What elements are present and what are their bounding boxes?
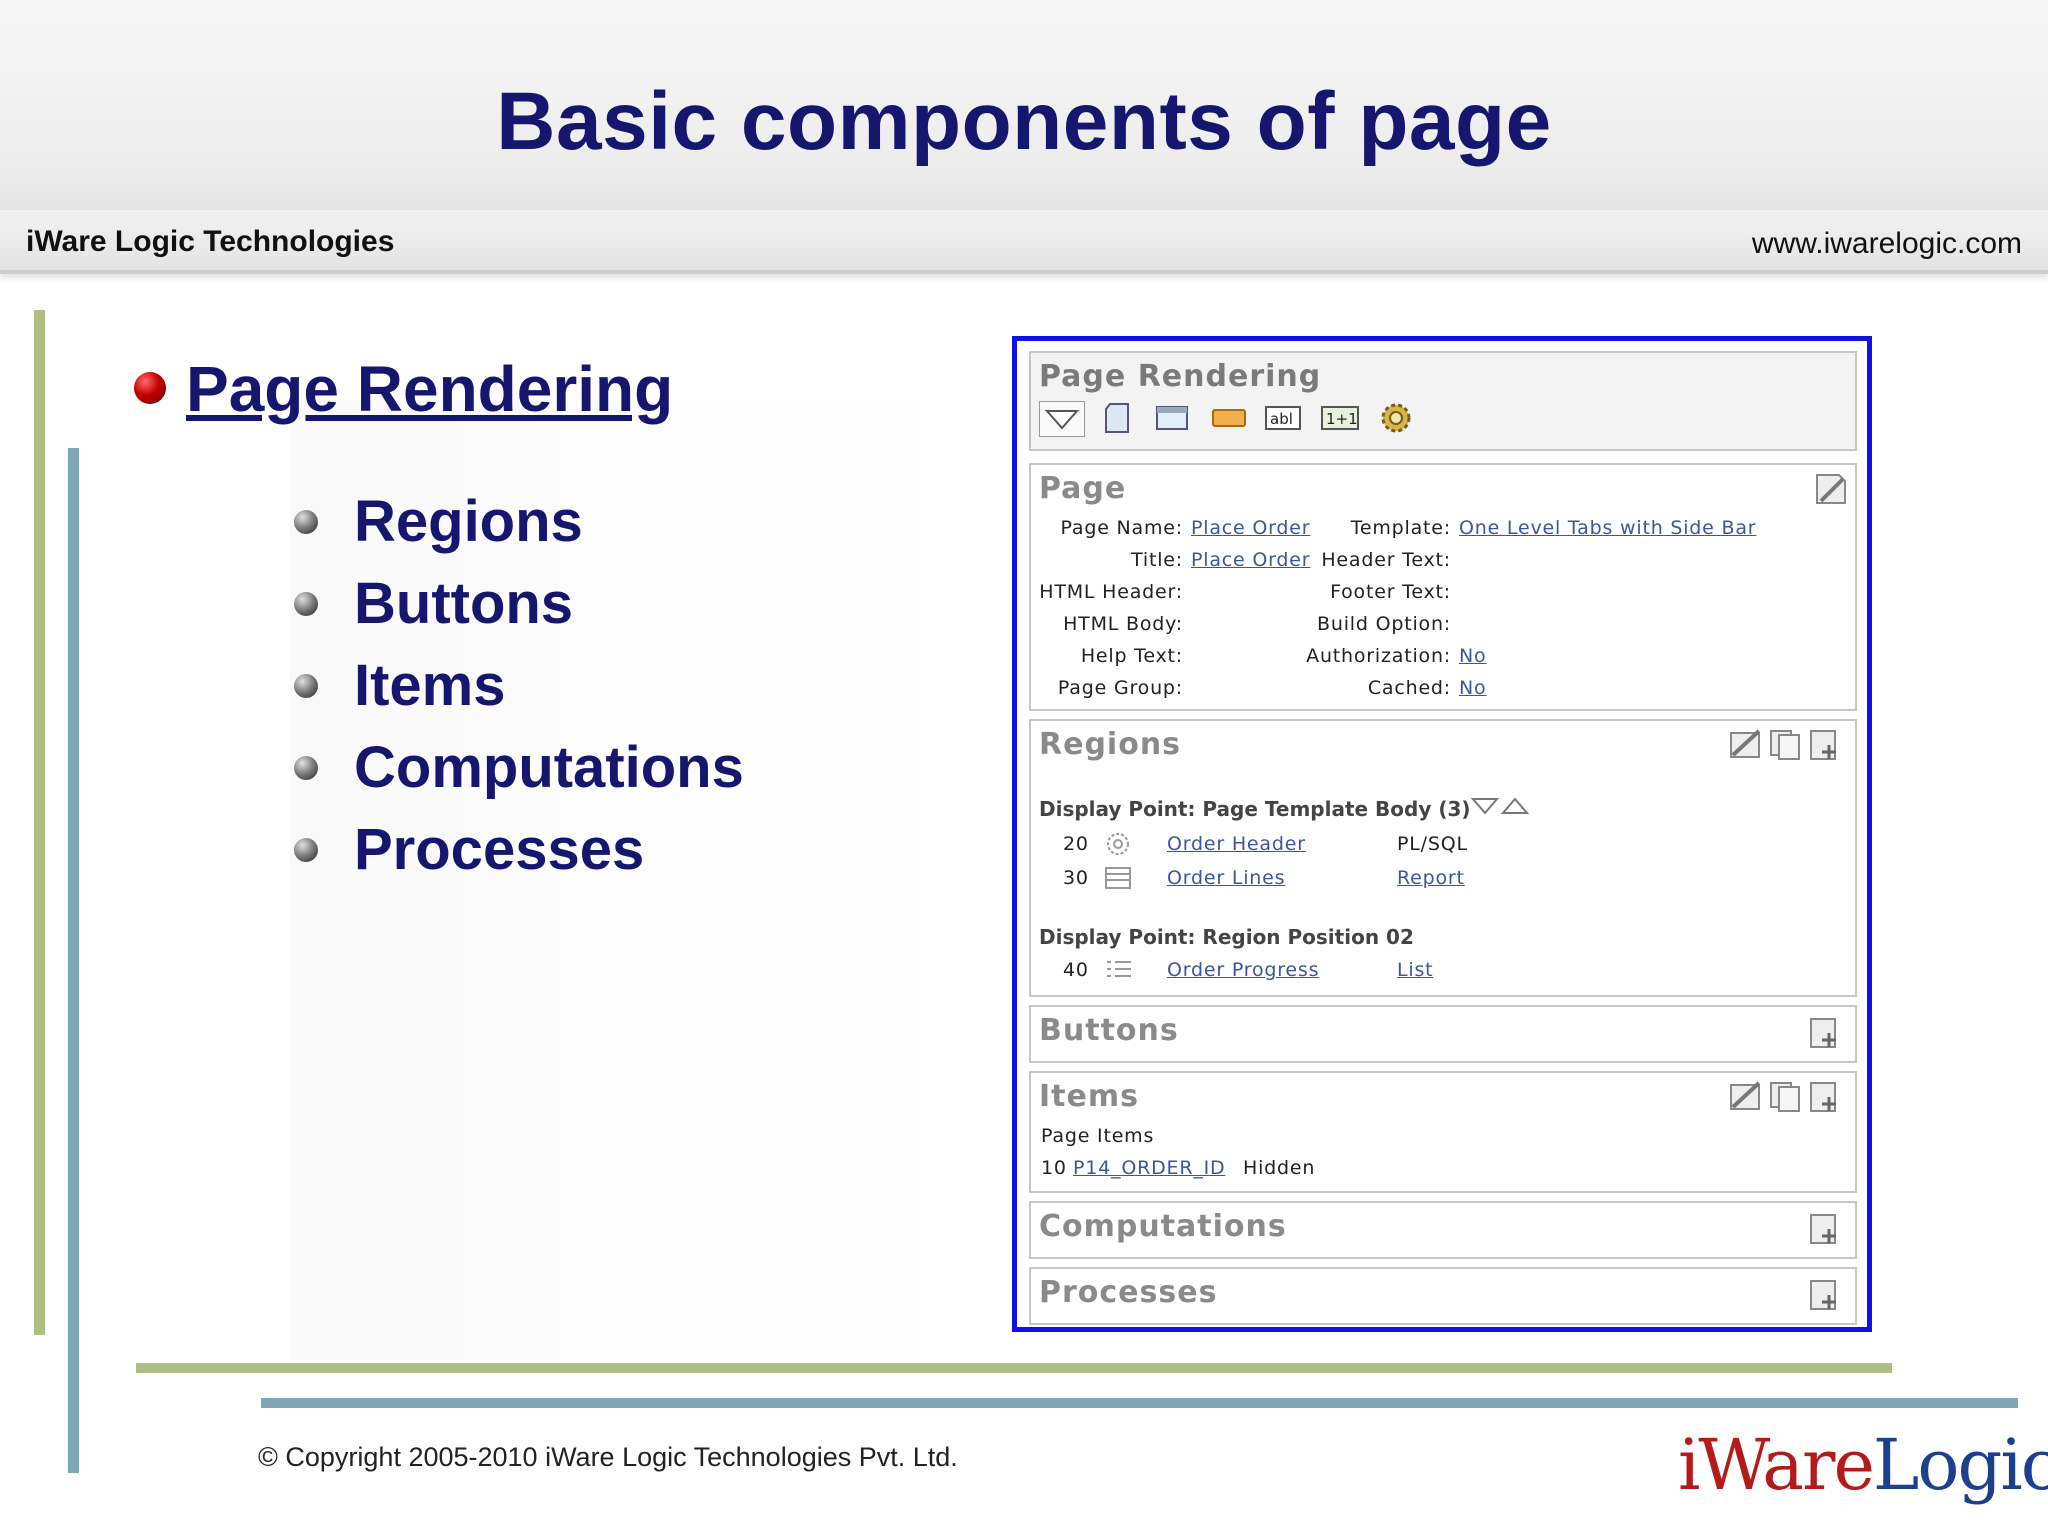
attr-label: Title: [1131, 549, 1183, 571]
company-name: iWare Logic Technologies [26, 225, 395, 258]
grey-bullet-icon [294, 756, 318, 780]
add-region-icon[interactable] [1807, 727, 1843, 767]
items-section: Items Page Items 10 P14_ORDER_ID Hidden [1029, 1071, 1857, 1193]
display-point-label: Display Point: Region Position 02 [1039, 925, 1414, 949]
section-title: Processes [1039, 1275, 1218, 1310]
item-name-link[interactable]: P14_ORDER_ID [1073, 1157, 1225, 1179]
logo-part-iware: iWare [1678, 1424, 1875, 1506]
add-button-icon[interactable] [1807, 1015, 1843, 1055]
attr-label: Template: [1350, 517, 1451, 539]
attr-label: HTML Header: [1039, 581, 1183, 603]
button-icon[interactable] [1209, 401, 1249, 435]
attr-label: Footer Text: [1330, 581, 1451, 603]
authorization-link[interactable]: No [1459, 645, 1486, 667]
page-rendering-section: Page Rendering abl 1+1 [1029, 351, 1857, 451]
edit-all-regions-icon[interactable] [1727, 727, 1765, 765]
template-link[interactable]: One Level Tabs with Side Bar [1459, 517, 1756, 539]
slide-title: Basic components of page [496, 76, 1552, 167]
edit-all-items-icon[interactable] [1727, 1079, 1765, 1117]
sub-topic-label: Regions [354, 489, 583, 554]
expand-triangle-icon[interactable] [1039, 401, 1085, 437]
section-title: Page [1039, 471, 1127, 506]
sub-topic-label: Buttons [354, 571, 574, 636]
processes-section: Processes [1029, 1267, 1857, 1325]
attr-label: HTML Body: [1063, 613, 1183, 635]
section-title: Page Rendering [1039, 359, 1322, 394]
grey-bullet-icon [294, 838, 318, 862]
decorative-vertical-line-green [34, 310, 45, 1335]
company-url: www.iwarelogic.com [1751, 227, 2022, 260]
section-title: Items [1039, 1079, 1139, 1114]
main-topic-link[interactable]: Page Rendering [186, 352, 673, 426]
region-type-link[interactable]: List [1397, 959, 1433, 981]
attr-label: Page Group: [1057, 677, 1183, 699]
copy-region-icon[interactable] [1767, 727, 1803, 765]
page-icon[interactable] [1101, 401, 1133, 435]
attr-label: Authorization: [1306, 645, 1451, 667]
add-process-icon[interactable] [1807, 1277, 1843, 1317]
section-title: Buttons [1039, 1013, 1179, 1048]
attr-label: Build Option: [1317, 613, 1451, 635]
region-seq: 40 [1063, 959, 1089, 981]
regions-section: Regions Display Point: Page Template Bod… [1029, 719, 1857, 997]
region-seq: 20 [1063, 833, 1089, 855]
computations-section: Computations [1029, 1201, 1857, 1259]
decorative-horizontal-line-blue [261, 1398, 2018, 1408]
logo-part-logic: Logic [1872, 1424, 2048, 1506]
text-item-icon[interactable]: abl [1263, 401, 1303, 435]
company-logo: iWareLogic [1678, 1430, 2048, 1500]
grey-bullet-icon [294, 674, 318, 698]
edit-page-icon[interactable] [1813, 471, 1849, 511]
computation-icon[interactable]: 1+1 [1319, 401, 1361, 435]
attr-label: Header Text: [1321, 549, 1451, 571]
sub-topic-label: Computations [354, 735, 744, 800]
page-rendering-screenshot: Page Rendering abl 1+1 Page Page Name: P… [1012, 336, 1872, 1332]
display-point-label: Display Point: Page Template Body (3) [1039, 797, 1471, 821]
process-gear-icon[interactable] [1377, 401, 1415, 435]
add-computation-icon[interactable] [1807, 1211, 1843, 1251]
report-grid-icon [1103, 865, 1133, 895]
region-type-link[interactable]: Report [1397, 867, 1465, 889]
section-title: Computations [1039, 1209, 1287, 1244]
item-seq: 10 [1041, 1157, 1067, 1179]
decorative-horizontal-line-green [136, 1363, 1892, 1373]
grey-bullet-icon [294, 592, 318, 616]
company-bar: iWare Logic Technologies www.iwarelogic.… [0, 210, 2048, 274]
svg-text:1+1: 1+1 [1326, 410, 1358, 428]
list-icon [1103, 957, 1133, 987]
sub-topic-label: Processes [354, 817, 645, 882]
region-icon[interactable] [1153, 401, 1191, 435]
attr-label: Help Text: [1080, 645, 1183, 667]
sort-triangles-icon[interactable] [1470, 795, 1531, 821]
region-seq: 30 [1063, 867, 1089, 889]
red-bullet-icon [134, 372, 166, 404]
region-name-link[interactable]: Order Lines [1167, 867, 1285, 889]
item-type: Hidden [1243, 1157, 1316, 1179]
copyright-text: © Copyright 2005-2010 iWare Logic Techno… [258, 1442, 958, 1472]
cached-link[interactable]: No [1459, 677, 1486, 699]
add-item-icon[interactable] [1807, 1079, 1843, 1119]
attr-label: Page Name: [1060, 517, 1183, 539]
decorative-vertical-line-blue [68, 448, 79, 1473]
region-name-link[interactable]: Order Progress [1167, 959, 1319, 981]
grey-bullet-icon [294, 510, 318, 534]
attr-label: Cached: [1367, 677, 1451, 699]
page-section: Page Page Name: Place Order Template: On… [1029, 463, 1857, 711]
plsql-gear-icon [1103, 829, 1133, 863]
region-type: PL/SQL [1397, 833, 1468, 855]
sub-topic-label: Items [354, 653, 506, 718]
svg-text:abl: abl [1270, 410, 1293, 428]
buttons-section: Buttons [1029, 1005, 1857, 1063]
region-name-link[interactable]: Order Header [1167, 833, 1306, 855]
copy-item-icon[interactable] [1767, 1079, 1803, 1117]
section-title: Regions [1039, 727, 1182, 762]
items-subheader: Page Items [1041, 1125, 1155, 1147]
